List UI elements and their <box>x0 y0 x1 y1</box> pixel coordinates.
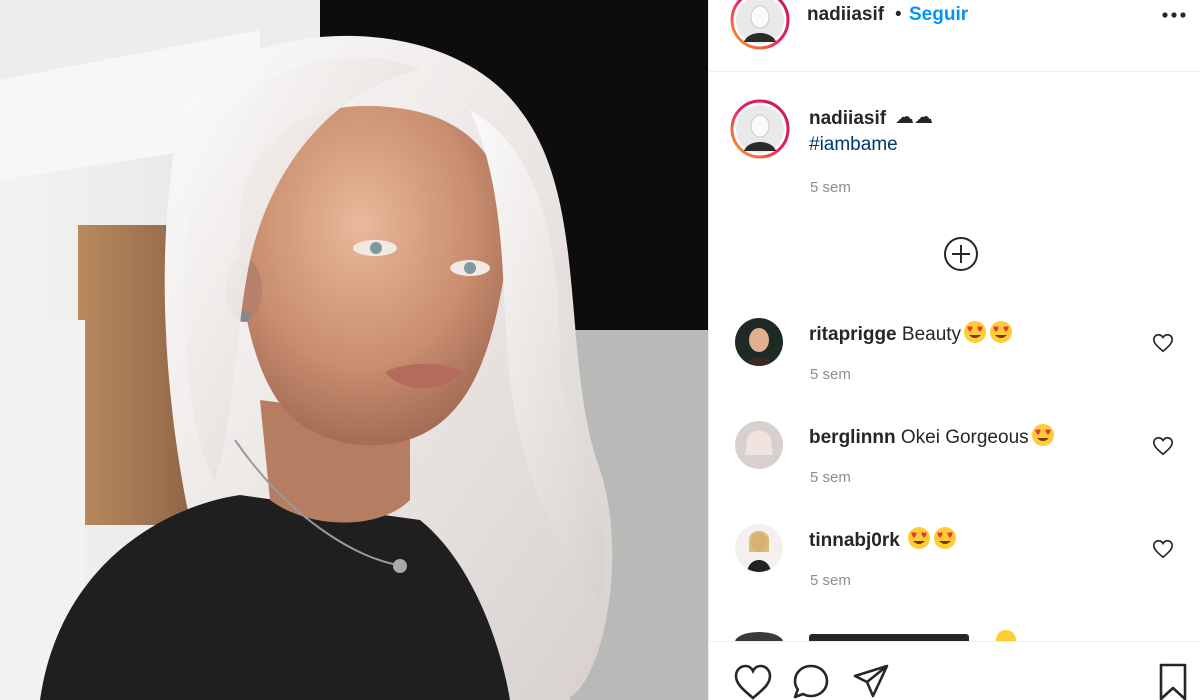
caption-avatar[interactable] <box>730 99 790 159</box>
comment-item: berglinnn Okei Gorgeous 5 sem <box>709 421 1200 511</box>
heart-eyes-emoji-icon <box>908 527 931 549</box>
comment-item: ritaprigge Beauty 5 sem <box>709 318 1200 408</box>
heart-eyes-emoji-icon <box>964 321 987 343</box>
comment-bubble-icon[interactable] <box>791 662 831 700</box>
comment-avatar[interactable] <box>735 421 783 469</box>
heart-eyes-emoji-icon <box>990 321 1013 343</box>
comment-username[interactable]: berglinnn <box>809 427 896 448</box>
comment-text: berglinnn Okei Gorgeous <box>809 423 1055 449</box>
follow-button[interactable]: Seguir <box>909 4 968 26</box>
comment-body: Okei Gorgeous <box>900 427 1029 448</box>
post-side-panel: nadiiasif • Seguir nadiiasif ☁☁ #iambame… <box>708 0 1200 700</box>
share-paper-plane-icon[interactable] <box>851 662 891 700</box>
partial-comment-item <box>709 628 1200 642</box>
author-username[interactable]: nadiiasif <box>807 4 884 26</box>
post-action-bar <box>709 641 1200 700</box>
load-more-comments-icon[interactable] <box>943 236 979 272</box>
like-heart-icon[interactable] <box>733 662 773 700</box>
comment-username[interactable]: ritaprigge <box>809 324 897 345</box>
comment-like-heart-icon[interactable] <box>1152 332 1174 354</box>
comment-avatar[interactable] <box>735 524 783 572</box>
cloud-emoji-text: ☁☁ <box>895 107 933 128</box>
author-avatar[interactable] <box>730 0 790 50</box>
heart-eyes-emoji-icon <box>934 527 957 549</box>
comment-username[interactable]: tinnabj0rk <box>809 530 900 551</box>
separator-dot: • <box>895 4 902 25</box>
comment-like-heart-icon[interactable] <box>1152 538 1174 560</box>
comment-timestamp: 5 sem <box>810 469 851 486</box>
comment-timestamp: 5 sem <box>810 572 851 589</box>
comment-text: tinnabj0rk <box>809 526 957 552</box>
post-photo-image <box>0 0 708 700</box>
comment-text: ritaprigge Beauty <box>809 320 1013 346</box>
caption-timestamp: 5 sem <box>810 179 851 196</box>
comment-body: Beauty <box>901 324 962 345</box>
caption-username[interactable]: nadiiasif <box>809 108 886 130</box>
more-options-icon[interactable] <box>1159 0 1189 30</box>
save-bookmark-icon[interactable] <box>1153 662 1193 700</box>
hashtag-link[interactable]: #iambame <box>809 134 898 156</box>
comment-like-heart-icon[interactable] <box>1152 435 1174 457</box>
comment-item: tinnabj0rk 5 sem <box>709 524 1200 614</box>
comment-timestamp: 5 sem <box>810 366 851 383</box>
heart-eyes-emoji-icon <box>1031 424 1054 446</box>
post-header: nadiiasif • Seguir <box>709 0 1200 72</box>
post-photo[interactable] <box>0 0 708 700</box>
comment-avatar[interactable] <box>735 318 783 366</box>
